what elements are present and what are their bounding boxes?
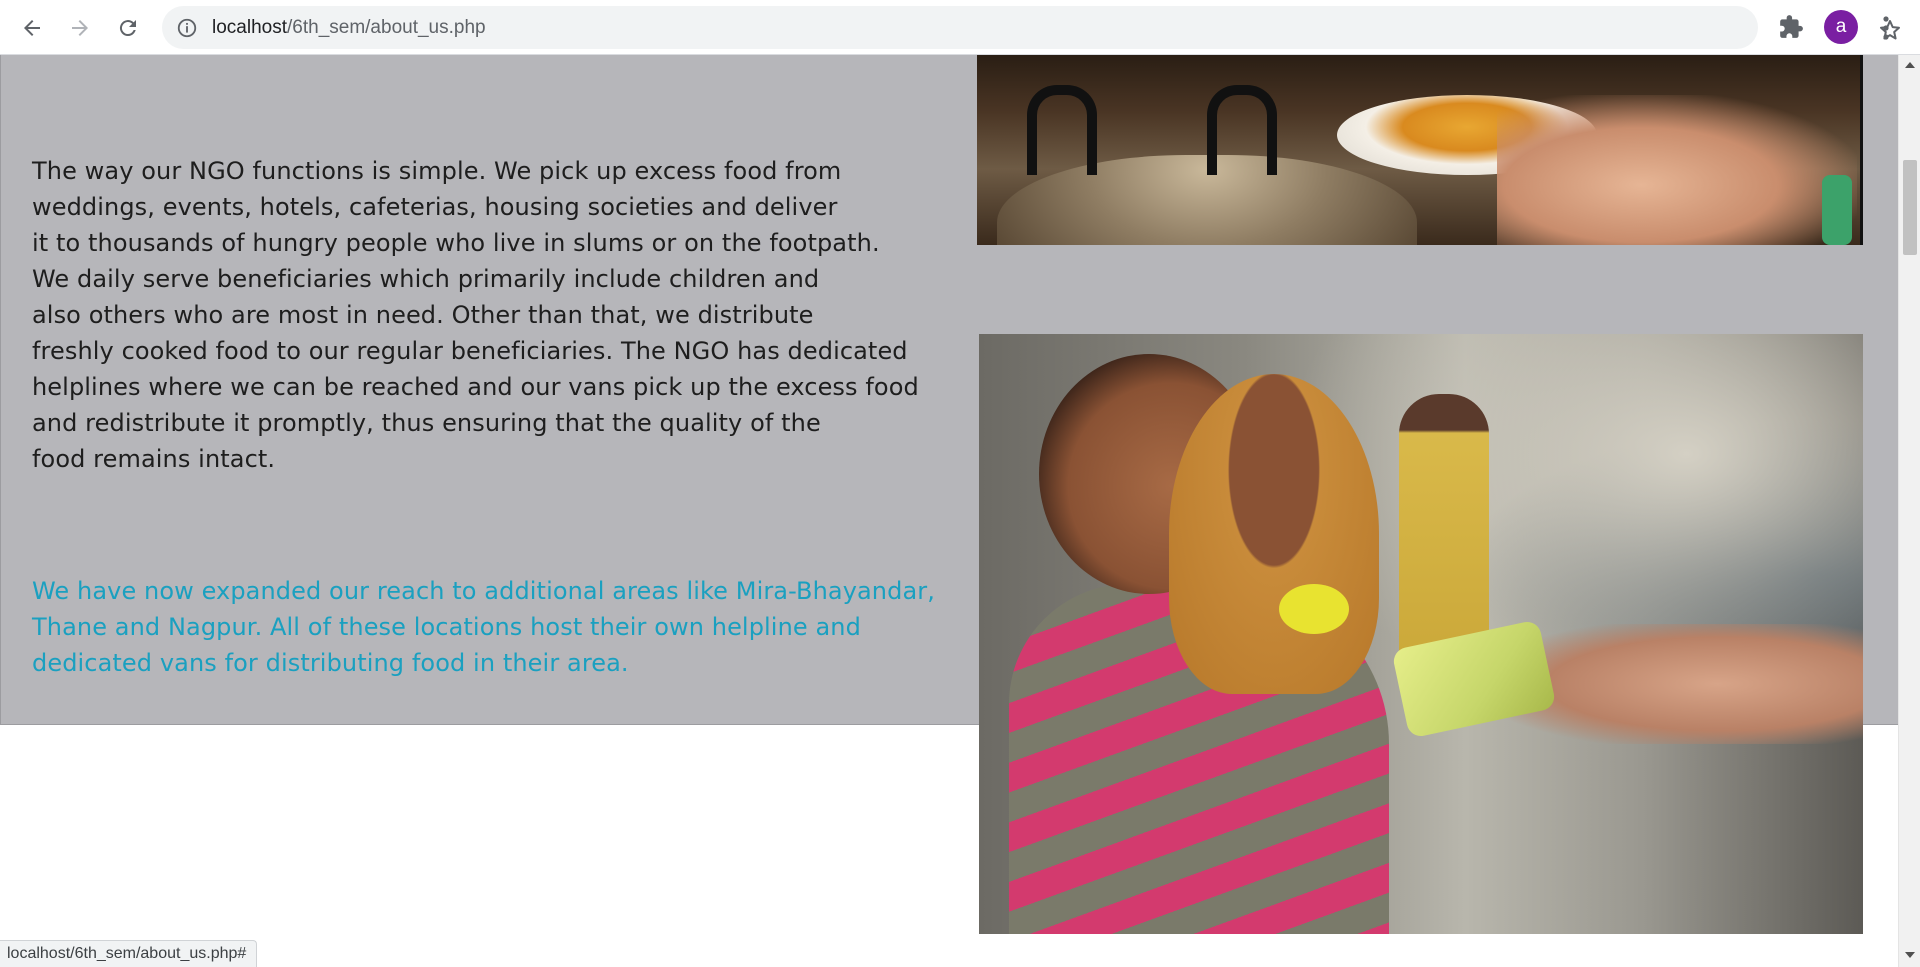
serving-hands xyxy=(1497,95,1857,245)
food-distribution-photo xyxy=(979,334,1863,934)
paragraph-line: weddings, events, hotels, cafeterias, ho… xyxy=(32,193,838,221)
info-icon[interactable] xyxy=(176,17,198,39)
expansion-line: We have now expanded our reach to additi… xyxy=(32,577,935,605)
browser-toolbar: localhost/6th_sem/about_us.php a xyxy=(0,0,1920,55)
page-scrollbar[interactable] xyxy=(1898,55,1920,967)
expansion-line: Thane and Nagpur. All of these locations… xyxy=(32,613,861,641)
toy xyxy=(1279,584,1349,634)
pot-handle xyxy=(1207,85,1277,175)
paragraph-line: also others who are most in need. Other … xyxy=(32,301,814,329)
paragraph-line: freshly cooked food to our regular benef… xyxy=(32,337,908,365)
reload-icon xyxy=(119,20,136,37)
pot-handle xyxy=(1027,85,1097,175)
address-bar[interactable]: localhost/6th_sem/about_us.php xyxy=(162,6,1900,49)
giving-hand xyxy=(1499,624,1863,744)
kebab-menu-icon[interactable] xyxy=(1876,14,1896,42)
expansion-note: We have now expanded our reach to additi… xyxy=(32,573,972,681)
paragraph-line: and redistribute it promptly, thus ensur… xyxy=(32,409,821,437)
url-path: /6th_sem/about_us.php xyxy=(287,17,486,38)
puzzle-icon[interactable] xyxy=(1778,14,1804,40)
paragraph-line: The way our NGO functions is simple. We … xyxy=(32,157,842,185)
about-paragraph: The way our NGO functions is simple. We … xyxy=(32,153,932,477)
forward-button[interactable] xyxy=(60,8,100,48)
paragraph-line: helplines where we can be reached and ou… xyxy=(32,373,919,401)
back-button[interactable] xyxy=(12,8,52,48)
paragraph-line: We daily serve beneficiaries which prima… xyxy=(32,265,820,293)
arrow-left-icon xyxy=(24,20,40,36)
scroll-thumb[interactable] xyxy=(1903,160,1917,255)
url-text[interactable]: localhost/6th_sem/about_us.php xyxy=(212,17,486,39)
url-host: localhost xyxy=(212,17,287,38)
profile-avatar[interactable]: a xyxy=(1824,10,1858,44)
page-viewport: The way our NGO functions is simple. We … xyxy=(0,55,1898,967)
expansion-line: dedicated vans for distributing food in … xyxy=(32,649,629,677)
paragraph-line: food remains intact. xyxy=(32,445,276,473)
link-status-bubble: localhost/6th_sem/about_us.php# xyxy=(0,940,258,967)
scroll-down-icon[interactable] xyxy=(1904,949,1916,961)
paragraph-line: it to thousands of hungry people who liv… xyxy=(32,229,880,257)
arrow-right-icon xyxy=(72,20,88,36)
food-serving-photo xyxy=(977,55,1863,245)
scroll-up-icon[interactable] xyxy=(1904,59,1916,71)
photo-accent xyxy=(1822,175,1852,245)
child-figure xyxy=(1169,374,1379,694)
reload-button[interactable] xyxy=(108,8,148,48)
